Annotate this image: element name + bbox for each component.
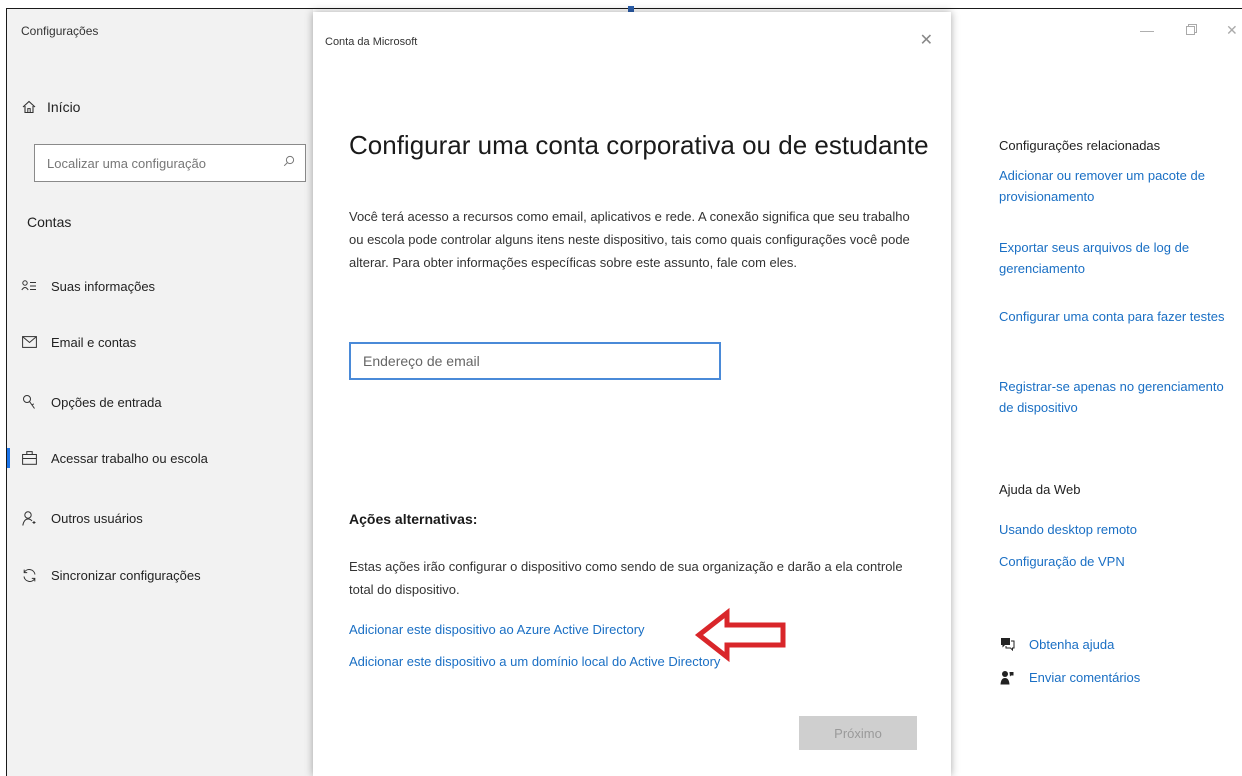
next-button[interactable]: Próximo	[799, 716, 917, 750]
web-help-title: Ajuda da Web	[999, 482, 1081, 497]
sidebar-home[interactable]: Início	[21, 99, 80, 115]
send-feedback-link[interactable]: Enviar comentários	[999, 669, 1140, 685]
sidebar-item-label: Acessar trabalho ou escola	[51, 450, 208, 466]
web-help-link-vpn[interactable]: Configuração de VPN	[999, 551, 1237, 572]
sync-icon	[21, 567, 37, 583]
sidebar-item-label: Opções de entrada	[51, 394, 162, 410]
related-settings-title: Configurações relacionadas	[999, 138, 1161, 153]
close-icon[interactable]: ✕	[920, 30, 933, 50]
email-field[interactable]	[349, 342, 721, 380]
related-link-device-management[interactable]: Registrar-se apenas no gerenciamento de …	[999, 376, 1237, 418]
home-label: Início	[47, 99, 81, 115]
sidebar-item-label: Suas informações	[51, 278, 156, 294]
alternative-actions-description: Estas ações irão configurar o dispositiv…	[349, 559, 903, 597]
maximize-button[interactable]	[1186, 22, 1197, 38]
get-help-link[interactable]: Obtenha ajuda	[999, 636, 1114, 652]
related-link-provisioning-package[interactable]: Adicionar ou remover um pacote de provis…	[999, 165, 1237, 207]
related-link-test-account[interactable]: Configurar uma conta para fazer testes	[999, 306, 1237, 327]
mail-icon	[21, 334, 37, 350]
sidebar-item-sync[interactable]: Sincronizar configurações	[7, 555, 313, 595]
chat-help-icon	[999, 636, 1015, 652]
minimize-button[interactable]: —	[1140, 22, 1154, 38]
dialog-title: Conta da Microsoft	[325, 36, 418, 48]
section-title-accounts: Contas	[27, 214, 72, 230]
join-azure-ad-link[interactable]: Adicionar este dispositivo ao Azure Acti…	[349, 622, 645, 637]
search-input[interactable]	[45, 154, 283, 172]
alternative-actions-heading: Ações alternativas:	[349, 511, 478, 527]
sidebar-item-label: Outros usuários	[51, 510, 143, 526]
search-icon[interactable]	[283, 154, 295, 172]
app-title: Configurações	[21, 24, 99, 38]
person-add-icon	[21, 510, 37, 526]
sidebar-item-label: Sincronizar configurações	[51, 567, 201, 583]
web-help-link-remote-desktop[interactable]: Usando desktop remoto	[999, 519, 1237, 540]
sidebar-item-sign-in-options[interactable]: Opções de entrada	[7, 382, 313, 422]
dialog-description: Você terá acesso a recursos como email, …	[349, 209, 910, 270]
join-local-ad-link[interactable]: Adicionar este dispositivo a um domínio …	[349, 654, 720, 669]
feedback-person-icon	[999, 669, 1015, 685]
annotation-arrow-icon	[694, 607, 786, 663]
send-feedback-label: Enviar comentários	[1029, 669, 1141, 685]
sidebar-item-other-users[interactable]: Outros usuários	[7, 498, 313, 538]
settings-search[interactable]	[34, 144, 306, 182]
sidebar-item-email[interactable]: Email e contas	[7, 322, 313, 362]
briefcase-icon	[21, 450, 37, 466]
person-card-icon	[21, 278, 37, 294]
related-link-export-logs[interactable]: Exportar seus arquivos de log de gerenci…	[999, 237, 1237, 279]
key-icon	[21, 394, 37, 410]
dialog-heading: Configurar uma conta corporativa ou de e…	[349, 130, 929, 160]
close-window-button[interactable]: ✕	[1226, 22, 1238, 39]
sidebar-item-label: Email e contas	[51, 334, 137, 350]
microsoft-account-dialog: Conta da Microsoft ✕ Configurar uma cont…	[313, 12, 951, 776]
sidebar-item-your-info[interactable]: Suas informações	[7, 266, 313, 306]
home-icon	[21, 99, 37, 115]
sidebar-item-work-school[interactable]: Acessar trabalho ou escola	[7, 438, 313, 478]
get-help-label: Obtenha ajuda	[1029, 636, 1115, 652]
